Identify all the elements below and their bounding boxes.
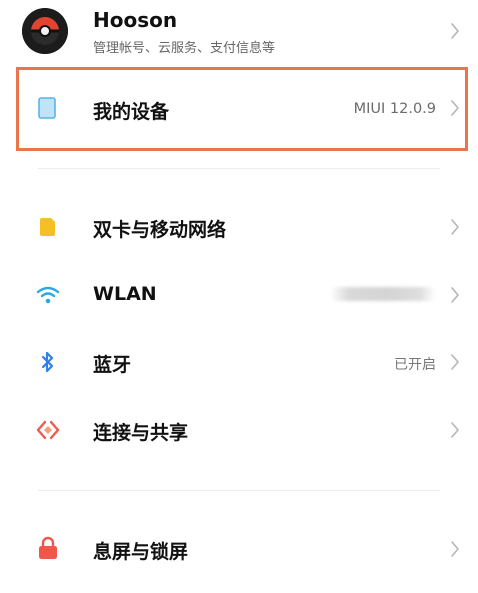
dual-sim-mobile-network-row[interactable]: 双卡与移动网络	[0, 194, 478, 260]
chevron-right-icon	[450, 99, 460, 117]
account-name: Hooson	[93, 8, 178, 32]
miui-version-value: MIUI 12.0.9	[353, 101, 436, 117]
bluetooth-icon	[40, 351, 56, 377]
chevron-right-icon	[450, 286, 460, 304]
wlan-network-name-blurred	[330, 287, 436, 301]
my-device-row[interactable]: 我的设备 MIUI 12.0.9	[0, 70, 478, 148]
lock-icon	[38, 536, 58, 564]
sleep-lock-screen-label: 息屏与锁屏	[93, 541, 189, 563]
chevron-right-icon	[450, 218, 460, 236]
settings-screen: Hooson 管理帐号、云服务、支付信息等 我的设备 MIUI 12.0.9 双…	[0, 0, 478, 593]
chevron-right-icon	[450, 22, 460, 40]
connection-sharing-row[interactable]: 连接与共享	[0, 397, 478, 463]
chevron-right-icon	[450, 353, 460, 371]
chevron-right-icon	[450, 421, 460, 439]
dual-sim-label: 双卡与移动网络	[93, 219, 227, 241]
wifi-icon	[36, 285, 60, 309]
connection-share-icon	[36, 419, 60, 445]
pokeball-avatar-icon	[22, 8, 68, 54]
wlan-label: WLAN	[93, 283, 157, 305]
sim-card-icon	[38, 217, 56, 241]
tablet-icon	[38, 97, 56, 123]
bluetooth-status-value: 已开启	[394, 357, 436, 373]
bluetooth-label: 蓝牙	[93, 354, 132, 376]
section-divider	[38, 490, 440, 491]
connection-sharing-label: 连接与共享	[93, 422, 189, 444]
account-subtitle: 管理帐号、云服务、支付信息等	[93, 41, 276, 56]
account-row[interactable]: Hooson 管理帐号、云服务、支付信息等	[0, 0, 478, 62]
bluetooth-row[interactable]: 蓝牙 已开启	[0, 329, 478, 395]
section-divider	[38, 168, 440, 169]
my-device-label: 我的设备	[93, 101, 170, 123]
chevron-right-icon	[450, 540, 460, 558]
sleep-lock-screen-row[interactable]: 息屏与锁屏	[0, 516, 478, 582]
